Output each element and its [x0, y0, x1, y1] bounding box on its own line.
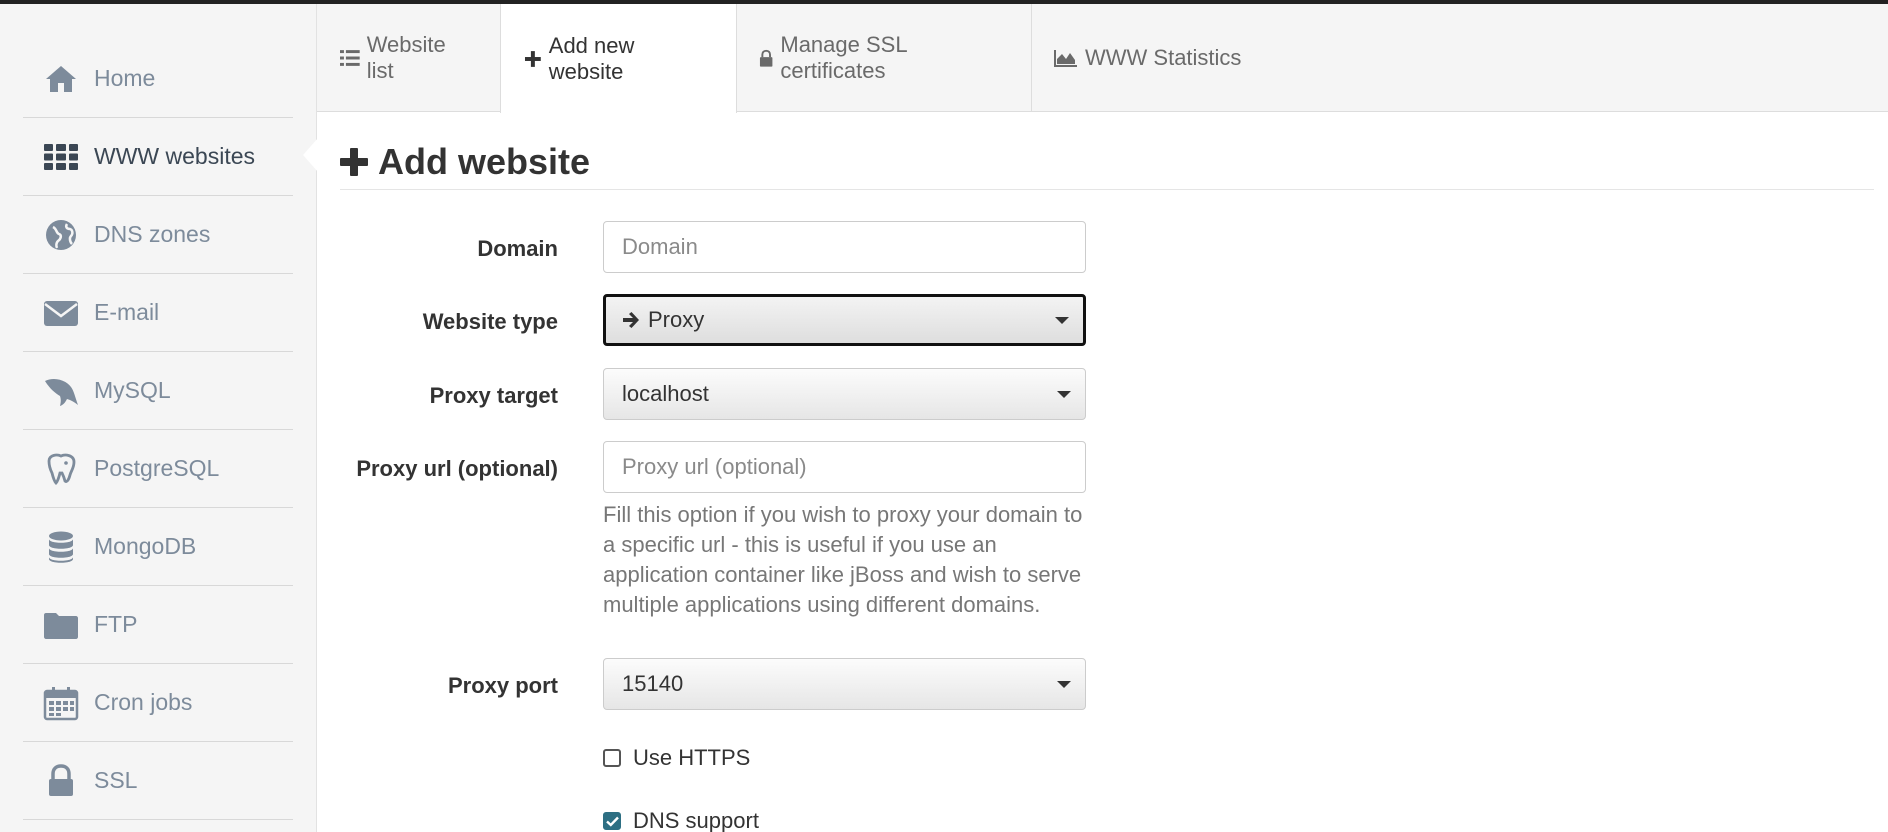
use-https-checkbox[interactable]	[603, 749, 621, 767]
dns-support-checkbox[interactable]	[603, 812, 621, 830]
tab-www-statistics[interactable]: WWW Statistics	[1031, 4, 1264, 112]
sidebar-item-label: Cron jobs	[94, 689, 193, 715]
chevron-down-icon	[1055, 317, 1069, 324]
tab-label: Website list	[366, 32, 446, 83]
lock-icon	[759, 49, 773, 67]
sidebar-item-ssl[interactable]: SSL	[23, 742, 293, 820]
sidebar-item-postgresql[interactable]: PostgreSQL	[23, 430, 293, 508]
proxy-port-label: Proxy port	[447, 673, 558, 698]
sidebar-item-label: Home	[94, 65, 156, 91]
sidebar-item-label: PostgreSQL	[94, 455, 220, 481]
tab-bar: Website list Add new website Manage SSL …	[317, 4, 1888, 113]
plus-icon	[524, 50, 541, 67]
list-icon	[340, 50, 360, 66]
proxy-target-label: Proxy target	[429, 383, 558, 408]
use-https-checkbox-row[interactable]: Use HTTPS	[603, 745, 750, 771]
sidebar-item-label: SSL	[94, 767, 138, 793]
sidebar-item-label: E-mail	[94, 299, 160, 325]
page-title-text: Add website	[378, 141, 591, 182]
dns-support-label: DNS support	[633, 808, 759, 832]
website-type-label: Website type	[422, 309, 558, 334]
grid-icon	[43, 139, 79, 175]
tab-label: WWW Statistics	[1085, 45, 1242, 70]
sidebar-item-dns-zones[interactable]: DNS zones	[23, 196, 293, 274]
dolphin-icon	[43, 373, 79, 409]
folder-icon	[43, 607, 79, 643]
proxy-port-select[interactable]: 15140	[603, 658, 1086, 710]
domain-label: Domain	[477, 236, 558, 261]
elephant-icon	[43, 451, 79, 487]
sidebar-item-cron-jobs[interactable]: Cron jobs	[23, 664, 293, 742]
home-icon	[43, 61, 79, 97]
dns-support-checkbox-row[interactable]: DNS support	[603, 808, 759, 832]
use-https-label: Use HTTPS	[633, 745, 751, 770]
calendar-icon	[43, 685, 79, 721]
tab-website-list[interactable]: Website list	[317, 4, 501, 112]
envelope-icon	[43, 295, 79, 331]
checkmark-icon	[605, 816, 619, 827]
plus-icon	[340, 148, 368, 176]
page-title: Add website	[340, 141, 590, 183]
tab-add-new-website[interactable]: Add new website	[500, 4, 737, 113]
active-indicator	[303, 138, 318, 172]
sidebar-item-label: MongoDB	[94, 533, 197, 559]
database-icon	[43, 529, 79, 565]
sidebar-item-label: DNS zones	[94, 221, 211, 247]
sidebar-item-home[interactable]: Home	[23, 40, 293, 118]
chevron-down-icon	[1057, 391, 1071, 398]
sidebar-item-label: WWW websites	[94, 143, 255, 169]
title-divider	[340, 189, 1874, 190]
sidebar-item-www-websites[interactable]: WWW websites	[23, 118, 293, 196]
globe-icon	[43, 217, 79, 253]
proxy-target-value: localhost	[622, 381, 709, 406]
lock-icon	[43, 763, 79, 799]
tab-manage-ssl-certificates[interactable]: Manage SSL certificates	[736, 4, 1032, 112]
proxy-url-input[interactable]	[603, 441, 1086, 493]
sidebar-item-mongodb[interactable]: MongoDB	[23, 508, 293, 586]
website-type-value: Proxy	[648, 307, 705, 332]
sidebar-item-label: FTP	[94, 611, 138, 637]
proxy-url-help-text: Fill this option if you wish to proxy yo…	[603, 502, 1083, 617]
website-type-select[interactable]: Proxy	[603, 294, 1086, 346]
arrow-right-icon	[623, 312, 639, 328]
area-chart-icon	[1054, 50, 1077, 67]
tab-label: Manage SSL certificates	[780, 32, 907, 83]
sidebar-item-ftp[interactable]: FTP	[23, 586, 293, 664]
domain-input[interactable]	[603, 221, 1086, 273]
chevron-down-icon	[1057, 681, 1071, 688]
proxy-url-label: Proxy url (optional)	[356, 456, 558, 481]
proxy-target-select[interactable]: localhost	[603, 368, 1086, 420]
sidebar: Home WWW websites DNS zones E-mail MySQL…	[0, 4, 318, 832]
proxy-port-value: 15140	[622, 671, 684, 696]
tab-label: Add new website	[548, 32, 635, 84]
sidebar-item-label: MySQL	[94, 377, 171, 403]
sidebar-item-email[interactable]: E-mail	[23, 274, 293, 352]
sidebar-item-mysql[interactable]: MySQL	[23, 352, 293, 430]
